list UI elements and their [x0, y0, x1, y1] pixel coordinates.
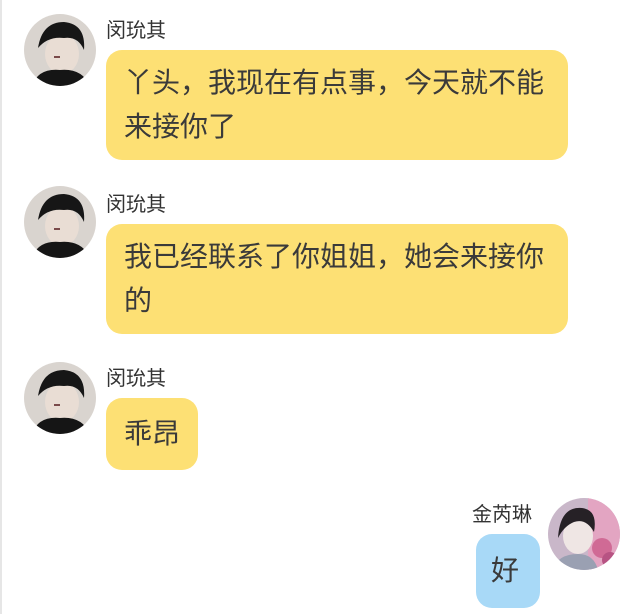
female-avatar-icon[interactable] — [548, 498, 620, 570]
sender-name: 金芮琳 — [472, 502, 532, 526]
message-row: 金芮琳 好 — [2, 0, 640, 614]
chat-screen: 闵玧其 丫头，我现在有点事，今天就不能来接你了 闵玧其 我已经联系了你姐姐，她会… — [0, 0, 640, 614]
message-bubble[interactable]: 好 — [476, 534, 540, 608]
